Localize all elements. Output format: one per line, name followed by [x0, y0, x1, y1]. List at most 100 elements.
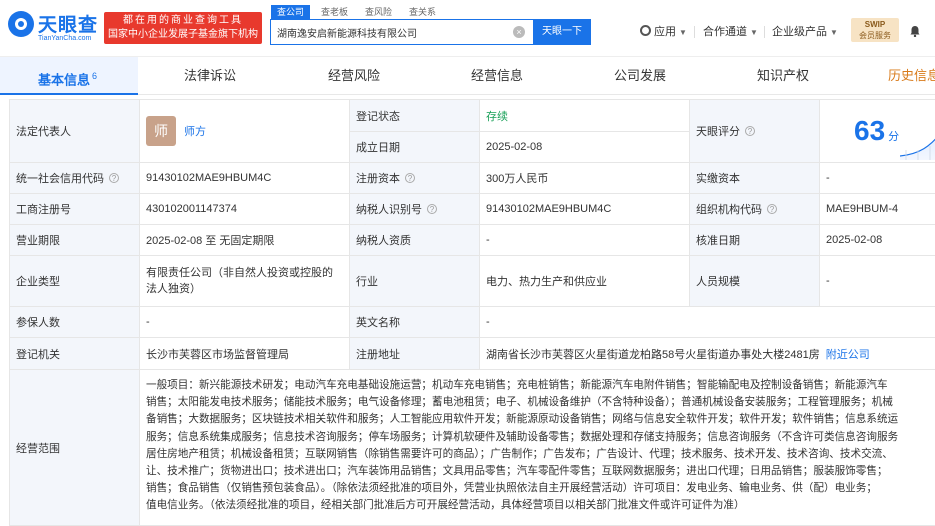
scope-line: 服务；信息系统集成服务；信息技术咨询服务；停车场服务；计算机软硬件及辅助设备零售… — [146, 430, 899, 443]
label-legal-rep: 法定代表人 — [9, 99, 140, 163]
insured-value: - — [139, 306, 350, 338]
score-value: 63 — [854, 115, 886, 146]
slogan-line2: 国家中小企业发展子基金旗下机构 — [108, 29, 258, 40]
label-reg-no: 工商注册号 — [9, 193, 140, 225]
scope-line: 销售；太阳能发电技术服务；储能技术服务；电气设备修理；蓄电池租赁；电子、机械设备… — [146, 396, 893, 409]
logo-text: 天眼查 — [38, 15, 99, 36]
help-icon[interactable]: ? — [109, 173, 119, 183]
help-icon[interactable]: ? — [745, 126, 755, 136]
scope-text: 一般项目：新兴能源技术研发；电动汽车充电基础设施运营；机动车充电销售；充电桩销售… — [140, 370, 904, 522]
approve-date-value: 2025-02-08 — [819, 224, 935, 256]
avatar[interactable]: 师 — [146, 116, 176, 146]
label-paid-capital: 实缴资本 — [689, 162, 820, 194]
scope-cell: 一般项目：新兴能源技术研发；电动汽车充电基础设施运营；机动车充电销售；充电桩销售… — [139, 369, 935, 526]
nav-enterprise[interactable]: 企业级产品 ▼ — [772, 23, 838, 41]
scope-line: 让、技术推广；货物进出口；技术进出口；汽车装饰用品销售；文具用品零售；汽车零配件… — [146, 465, 888, 478]
staff-size-value: - — [819, 255, 935, 307]
label-taxpayer-qual: 纳税人资质 — [349, 224, 480, 256]
eye-logo-icon — [8, 11, 34, 37]
label-reg-address: 注册地址 — [349, 337, 480, 370]
label-org-code: 组织机构代码? — [689, 193, 820, 225]
scope-line: 居住房地产租赁；机械设备租赁；互联网销售（除销售需要许可的商品）；广告制作；广告… — [146, 447, 893, 460]
score-unit: 分 — [888, 131, 900, 143]
basic-info-table: 法定代表人 师 师方 登记状态 存续 成立日期 2025-02-08 天眼评分?… — [9, 99, 935, 526]
site-logo[interactable]: 天眼查 TianYanCha.com — [8, 9, 98, 47]
english-name-value: - — [479, 306, 935, 338]
chevron-down-icon: ▼ — [679, 28, 687, 37]
label-approve-date: 核准日期 — [689, 224, 820, 256]
org-code-value[interactable]: MAE9HBUM-4 — [819, 193, 935, 225]
tab-legal[interactable]: 法律诉讼 — [184, 57, 236, 95]
help-icon[interactable]: ? — [767, 204, 777, 214]
legal-rep-link[interactable]: 师方 — [184, 123, 206, 139]
svip-badge[interactable]: SWIP 会员服务 — [851, 18, 899, 42]
label-term: 营业期限 — [9, 224, 140, 256]
chevron-down-icon: ▼ — [750, 28, 758, 37]
label-score: 天眼评分? — [689, 99, 820, 163]
search-box: × — [270, 19, 534, 45]
chevron-down-icon: ▼ — [830, 28, 838, 37]
score-trend-chart — [900, 138, 935, 160]
score-cell[interactable]: 63 分 — [819, 99, 935, 163]
label-company-type: 企业类型 — [9, 255, 140, 307]
label-scope: 经营范围 — [9, 369, 140, 526]
reg-no-value[interactable]: 430102001147374 — [139, 193, 350, 225]
search-tab-relation[interactable]: 查关系 — [403, 5, 442, 19]
term-value: 2025-02-08 至 无固定期限 — [139, 224, 350, 256]
paid-capital-value: - — [819, 162, 935, 194]
label-credit-code: 统一社会信用代码? — [9, 162, 140, 194]
section-tabs: 基本信息 6 法律诉讼 经营风险 经营信息 公司发展 知识产权 历史信息 — [0, 57, 935, 95]
tab-history[interactable]: 历史信息 — [888, 57, 935, 95]
label-found-date: 成立日期 — [349, 131, 480, 163]
company-type-value: 有限责任公司（非自然人投资或控股的法人独资） — [139, 255, 350, 307]
search-tab-risk[interactable]: 查风险 — [359, 5, 398, 19]
bell-icon[interactable] — [909, 25, 921, 37]
help-icon[interactable]: ? — [427, 204, 437, 214]
found-date-value: 2025-02-08 — [479, 131, 690, 163]
label-english-name: 英文名称 — [349, 306, 480, 338]
taxpayer-qual-value: - — [479, 224, 690, 256]
logo-domain: TianYanCha.com — [38, 35, 92, 42]
tab-development[interactable]: 公司发展 — [614, 57, 666, 95]
clear-icon[interactable]: × — [513, 26, 525, 38]
search-tab-company[interactable]: 查公司 — [271, 5, 311, 19]
reg-address-value: 湖南省长沙市芙蓉区火星街道龙柏路58号火星街道办事处大楼2481房 — [486, 348, 820, 361]
scope-line: 一般项目：新兴能源技术研发；电动汽车充电基础设施运营；机动车充电销售；充电桩销售… — [146, 379, 888, 391]
reg-capital-value: 300万人民币 — [479, 162, 690, 194]
app-grid-icon — [640, 25, 651, 36]
reg-address-cell: 湖南省长沙市芙蓉区火星街道龙柏路58号火星街道办事处大楼2481房 附近公司 — [479, 337, 935, 370]
label-industry: 行业 — [349, 255, 480, 307]
credit-code-value[interactable]: 91430102MAE9HBUM4C — [139, 162, 350, 194]
scope-line: 销售；食品销售（仅销售预包装食品）。（除依法须经批准的项目外，凭营业执照依法自主… — [146, 482, 877, 495]
nav-partner[interactable]: 合作通道 ▼ — [703, 23, 758, 41]
tab-count: 6 — [92, 71, 98, 81]
label-reg-status: 登记状态 — [349, 99, 480, 132]
tab-operation[interactable]: 经营信息 — [471, 57, 523, 95]
search-tab-boss[interactable]: 查老板 — [315, 5, 354, 19]
label-staff-size: 人员规模 — [689, 255, 820, 307]
legal-rep-cell: 师 师方 — [139, 99, 350, 163]
nav-app[interactable]: 应用 ▼ — [640, 23, 687, 41]
slogan-line1: 都在用的商业查询工具 — [123, 15, 243, 26]
nav-divider — [694, 26, 695, 38]
label-reg-authority: 登记机关 — [9, 337, 140, 370]
search-button[interactable]: 天眼一下 — [533, 19, 591, 45]
taxpayer-id-value[interactable]: 91430102MAE9HBUM4C — [479, 193, 690, 225]
help-icon[interactable]: ? — [405, 173, 415, 183]
slogan-banner[interactable]: 都在用的商业查询工具 国家中小企业发展子基金旗下机构 — [104, 12, 262, 44]
label-reg-capital: 注册资本? — [349, 162, 480, 194]
tab-risk[interactable]: 经营风险 — [328, 57, 380, 95]
label-taxpayer-id: 纳税人识别号? — [349, 193, 480, 225]
label-insured: 参保人数 — [9, 306, 140, 338]
tab-basic-info[interactable]: 基本信息 6 — [38, 57, 97, 95]
active-tab-indicator — [0, 93, 138, 95]
search-input[interactable] — [277, 20, 512, 44]
reg-authority-value: 长沙市芙蓉区市场监督管理局 — [139, 337, 350, 370]
nearby-company-link[interactable]: 附近公司 — [826, 346, 870, 362]
scope-line: 备销售；大数据服务；区块链技术相关软件和服务；人工智能应用软件开发；新能源原动设… — [146, 413, 899, 426]
top-header: 天眼查 TianYanCha.com 都在用的商业查询工具 国家中小企业发展子基… — [0, 0, 935, 57]
reg-status-value: 存续 — [479, 99, 690, 132]
industry-value: 电力、热力生产和供应业 — [479, 255, 690, 307]
nav-divider — [764, 26, 765, 38]
tab-ip[interactable]: 知识产权 — [757, 57, 809, 95]
